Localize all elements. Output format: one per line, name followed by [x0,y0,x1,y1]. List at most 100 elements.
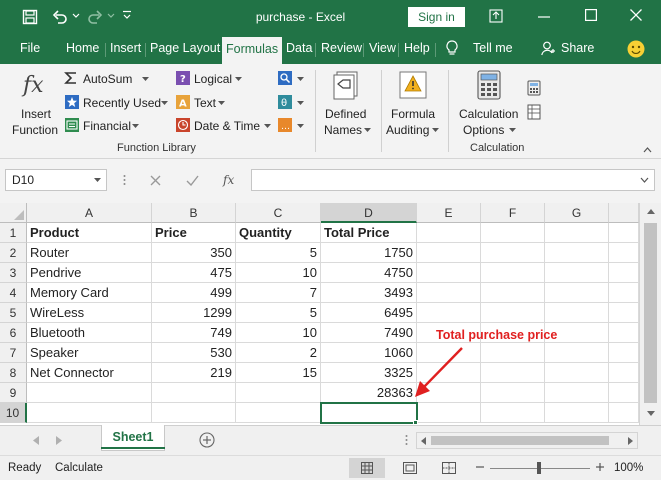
date-time-dropdown-icon[interactable] [264,124,271,128]
formula-auditing-label-2[interactable]: Auditing [386,123,429,137]
cell-e2[interactable] [417,243,481,263]
vertical-scroll-thumb[interactable] [644,223,657,403]
cell-d8[interactable]: 3325 [321,363,417,383]
cancel-entry-icon[interactable] [150,175,161,186]
cell-g10[interactable] [545,403,609,423]
insert-function-icon[interactable]: fx [21,70,47,100]
scroll-up-icon[interactable] [647,209,655,214]
tab-file[interactable]: File [20,41,40,55]
cell-h10[interactable] [609,403,639,423]
select-all-corner[interactable] [0,203,27,223]
page-break-preview-icon[interactable] [442,462,456,474]
financial-dropdown-icon[interactable] [132,124,139,128]
cell-c7[interactable]: 2 [236,343,321,363]
cell-d3[interactable]: 4750 [321,263,417,283]
cell-e5[interactable] [417,303,481,323]
defined-names-label-1[interactable]: Defined [325,107,366,121]
lookup-reference-icon[interactable] [278,71,292,85]
calculation-options-label-2[interactable]: Options [463,123,504,137]
cell-c8[interactable]: 15 [236,363,321,383]
zoom-in-icon[interactable] [595,461,605,473]
normal-view-button[interactable] [349,458,385,478]
financial-button[interactable]: Financial [83,119,131,133]
cell-e3[interactable] [417,263,481,283]
calculation-options-icon[interactable] [476,70,502,100]
cell-e1[interactable] [417,223,481,243]
defined-names-icon[interactable] [331,70,361,100]
logical-dropdown-icon[interactable] [235,77,242,81]
cell-f10[interactable] [481,403,545,423]
cell-h5[interactable] [609,303,639,323]
share-button[interactable]: Share [561,41,594,55]
scroll-left-icon[interactable] [421,437,426,445]
cell-f4[interactable] [481,283,545,303]
column-header-b[interactable]: B [152,203,236,223]
cell-c9[interactable] [236,383,321,403]
calculate-now-icon[interactable] [527,80,541,96]
calculate-sheet-icon[interactable] [527,104,541,120]
defined-names-dropdown-icon[interactable] [364,128,371,132]
cell-a4[interactable]: Memory Card [27,283,152,303]
cell-d1[interactable]: Total Price [321,223,417,243]
cell-b5[interactable]: 1299 [152,303,236,323]
cell-g2[interactable] [545,243,609,263]
insert-function-label-1[interactable]: Insert [21,107,51,121]
cell-a7[interactable]: Speaker [27,343,152,363]
maximize-icon[interactable] [585,9,597,21]
cell-a2[interactable]: Router [27,243,152,263]
autosum-button[interactable]: AutoSum [83,72,132,86]
tab-view[interactable]: View [369,41,396,55]
row-header-10[interactable]: 10 [0,403,27,423]
cell-h1[interactable] [609,223,639,243]
horizontal-scrollbar[interactable] [416,432,638,449]
cell-h4[interactable] [609,283,639,303]
cell-a6[interactable]: Bluetooth [27,323,152,343]
cell-b7[interactable]: 530 [152,343,236,363]
cell-f2[interactable] [481,243,545,263]
minimize-icon[interactable] [538,16,550,18]
cell-a3[interactable]: Pendrive [27,263,152,283]
cell-a9[interactable] [27,383,152,403]
recently-used-dropdown-icon[interactable] [161,101,168,105]
scroll-down-icon[interactable] [647,411,655,416]
date-time-clock-icon[interactable] [176,118,190,132]
column-header-d[interactable]: D [321,203,417,223]
cell-f8[interactable] [481,363,545,383]
tab-home[interactable]: Home [66,41,99,55]
ribbon-display-options-icon[interactable] [489,9,503,23]
row-header-7[interactable]: 7 [0,343,27,363]
vertical-scrollbar[interactable] [639,203,661,425]
row-header-5[interactable]: 5 [0,303,27,323]
tab-help[interactable]: Help [404,41,430,55]
cell-g9[interactable] [545,383,609,403]
smiley-feedback-icon[interactable] [627,40,645,58]
row-header-1[interactable]: 1 [0,223,27,243]
cell-e10[interactable] [417,403,481,423]
row-header-4[interactable]: 4 [0,283,27,303]
cell-b1[interactable]: Price [152,223,236,243]
cell-f3[interactable] [481,263,545,283]
tab-split-dots-icon[interactable] [405,434,408,446]
confirm-entry-icon[interactable] [186,175,199,186]
cell-a8[interactable]: Net Connector [27,363,152,383]
column-header-h[interactable] [609,203,639,223]
name-box-dropdown-icon[interactable] [94,178,101,182]
math-trig-icon[interactable]: θ [278,95,292,109]
cell-c3[interactable]: 10 [236,263,321,283]
formula-input[interactable] [251,169,655,191]
new-sheet-plus-icon[interactable] [199,432,215,448]
cell-h7[interactable] [609,343,639,363]
column-header-c[interactable]: C [236,203,321,223]
cell-d9[interactable]: 28363 [321,383,417,403]
cell-h2[interactable] [609,243,639,263]
cell-g3[interactable] [545,263,609,283]
row-header-6[interactable]: 6 [0,323,27,343]
cell-b10[interactable] [152,403,236,423]
column-header-e[interactable]: E [417,203,481,223]
cell-c1[interactable]: Quantity [236,223,321,243]
lookup-dropdown-icon[interactable] [297,77,304,81]
cell-f5[interactable] [481,303,545,323]
next-sheet-icon[interactable] [56,436,62,445]
cell-c4[interactable]: 7 [236,283,321,303]
sign-in-button[interactable]: Sign in [408,7,465,27]
